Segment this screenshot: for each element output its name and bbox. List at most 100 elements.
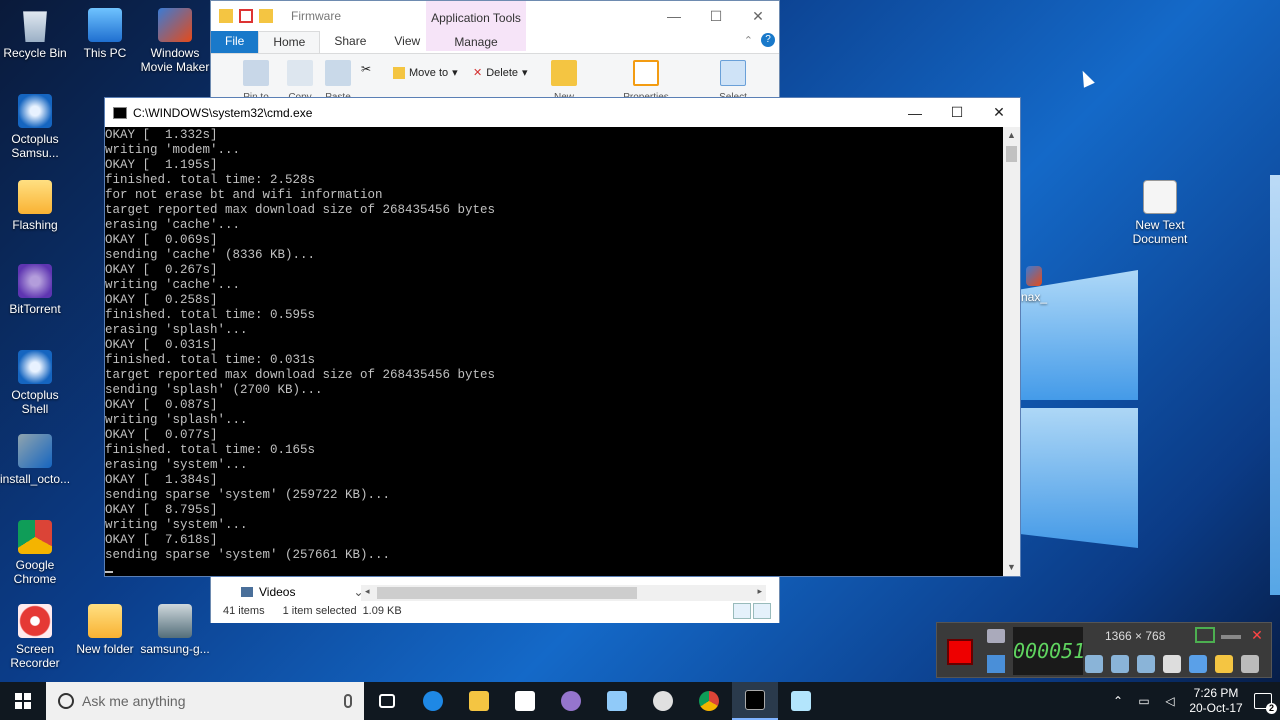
pen-icon[interactable]: [1189, 655, 1207, 673]
close-button[interactable]: ✕: [978, 98, 1020, 127]
webcam-icon[interactable]: [1137, 655, 1155, 673]
network-icon[interactable]: ▭: [1136, 694, 1152, 708]
scrollbar-thumb[interactable]: [1006, 146, 1017, 162]
delete-button[interactable]: ✕ Delete ▾: [473, 66, 528, 80]
desktop-icon-octoplus-shell[interactable]: Octoplus Shell: [0, 350, 70, 416]
microphone-icon[interactable]: [344, 694, 352, 708]
cmd-icon: [113, 106, 127, 119]
store-button[interactable]: [502, 682, 548, 720]
text-document-icon: [1143, 180, 1177, 214]
search-box[interactable]: Ask me anything: [46, 682, 364, 720]
microphone-icon[interactable]: [1111, 655, 1129, 673]
properties-icon[interactable]: [239, 9, 253, 23]
cmd-window[interactable]: C:\WINDOWS\system32\cmd.exe — ☐ ✕ OKAY […: [104, 97, 1021, 577]
windows-icon: [15, 693, 31, 709]
chevron-up-icon[interactable]: ⌃: [1110, 694, 1126, 708]
help-icon[interactable]: ?: [761, 33, 775, 47]
new-folder-icon[interactable]: [259, 9, 273, 23]
cmd-titlebar[interactable]: C:\WINDOWS\system32\cmd.exe — ☐ ✕: [105, 98, 1020, 127]
tab-share[interactable]: Share: [320, 31, 380, 53]
cut-icon[interactable]: ✂: [361, 62, 371, 76]
settings-button[interactable]: [640, 682, 686, 720]
explorer-titlebar[interactable]: Firmware Application Tools Manage — ☐ ✕: [211, 1, 779, 51]
region-icon[interactable]: [1195, 627, 1215, 643]
desktop-icon-this-pc[interactable]: This PC: [70, 8, 140, 60]
network-app-button[interactable]: [594, 682, 640, 720]
console-cursor: [105, 571, 113, 573]
scrollbar-thumb[interactable]: [377, 587, 637, 599]
record-resolution: 1366 × 768: [1105, 629, 1166, 643]
desktop-icon-samsung[interactable]: samsung-g...: [140, 604, 210, 656]
close-icon[interactable]: ✕: [1247, 627, 1267, 643]
application-tools-label: Application Tools: [431, 11, 521, 25]
quick-access-toolbar: [219, 9, 273, 23]
volume-icon[interactable]: ◁: [1162, 694, 1178, 708]
gear-icon[interactable]: [1241, 655, 1259, 673]
pause-button[interactable]: [987, 655, 1005, 673]
desktop-icon-install-octo[interactable]: install_octo...: [0, 434, 70, 486]
start-button[interactable]: [0, 682, 46, 720]
ribbon: Pin to Quick Copy Paste ✂ Move to▾ ✕Dele…: [211, 53, 779, 114]
folder-icon[interactable]: [1215, 655, 1233, 673]
desktop-icon-new-text-document[interactable]: New Text Document: [1125, 180, 1195, 246]
desktop-icon-bittorrent[interactable]: BitTorrent: [0, 264, 70, 316]
console-output[interactable]: OKAY [ 1.332s] writing 'modem'... OKAY [ 1…: [105, 127, 1003, 576]
scroll-right-icon[interactable]: ▸: [757, 586, 762, 597]
desktop-icon-octoplus-samsung[interactable]: Octoplus Samsu...: [0, 94, 70, 160]
desktop-icon-recycle-bin[interactable]: Recycle Bin: [0, 8, 70, 60]
desktop-icon-new-folder[interactable]: New folder: [70, 604, 140, 656]
file-explorer-button[interactable]: [456, 682, 502, 720]
desktop-icon-movie-maker[interactable]: Windows Movie Maker: [140, 8, 210, 74]
minimize-button[interactable]: —: [894, 98, 936, 127]
maximize-button[interactable]: ☐: [695, 1, 737, 31]
scroll-up-icon[interactable]: ▲: [1003, 127, 1020, 144]
move-to-button[interactable]: Move to ▾: [393, 66, 458, 79]
tab-file[interactable]: File: [211, 31, 259, 53]
stop-record-button[interactable]: [947, 639, 973, 665]
cmd-button[interactable]: [732, 682, 778, 720]
nav-item-videos[interactable]: Videos: [259, 585, 295, 599]
record-timer: 000051: [1013, 627, 1085, 675]
console-line: finished. total time: 0.165s: [105, 443, 316, 457]
collapse-ribbon-icon[interactable]: ⌃: [744, 34, 753, 47]
folder-icon[interactable]: [219, 9, 233, 23]
recycle-bin-icon: [23, 11, 47, 42]
task-view-icon: [379, 694, 395, 708]
desktop-icon-google-chrome[interactable]: Google Chrome: [0, 520, 70, 586]
console-line: erasing 'cache'...: [105, 218, 241, 232]
camera-icon[interactable]: [987, 629, 1005, 643]
details-view-icon[interactable]: [733, 603, 751, 619]
horizontal-scrollbar[interactable]: ◂ ▸: [361, 585, 766, 601]
minimize-icon[interactable]: [1221, 635, 1241, 639]
view-buttons: [733, 603, 771, 619]
desktop-icon-screen-recorder[interactable]: Screen Recorder: [0, 604, 70, 670]
archive-icon: [1026, 266, 1042, 286]
console-line: writing 'modem'...: [105, 143, 241, 157]
scroll-down-icon[interactable]: ▼: [1003, 559, 1020, 576]
edge-button[interactable]: [410, 682, 456, 720]
tab-home[interactable]: Home: [258, 31, 321, 53]
search-placeholder: Ask me anything: [82, 693, 186, 709]
store-icon: [515, 691, 535, 711]
notifications-icon[interactable]: 2: [1254, 693, 1277, 714]
application-tools-group: Application Tools Manage: [426, 1, 526, 51]
bittorrent-icon: [18, 264, 52, 298]
large-icons-view-icon[interactable]: [753, 603, 771, 619]
desktop-icon-flashing[interactable]: Flashing: [0, 180, 70, 232]
task-view-button[interactable]: [364, 682, 410, 720]
speaker-icon[interactable]: [1085, 655, 1103, 673]
minimize-button[interactable]: —: [653, 1, 695, 31]
vertical-scrollbar[interactable]: ▲ ▼: [1003, 127, 1020, 576]
recorder-window-tools: ✕: [1195, 627, 1267, 643]
chrome-button[interactable]: [686, 682, 732, 720]
maximize-button[interactable]: ☐: [936, 98, 978, 127]
scroll-left-icon[interactable]: ◂: [365, 586, 370, 597]
nav-pane-item[interactable]: Videos ⌄: [241, 585, 364, 599]
close-button[interactable]: ✕: [737, 1, 779, 31]
app-button[interactable]: [548, 682, 594, 720]
tab-view[interactable]: View: [380, 31, 434, 53]
clock[interactable]: 7:26 PM 20-Oct-17: [1188, 686, 1244, 716]
notepad-button[interactable]: [778, 682, 824, 720]
cursor-icon[interactable]: [1163, 655, 1181, 673]
tab-manage[interactable]: Manage: [454, 35, 497, 49]
